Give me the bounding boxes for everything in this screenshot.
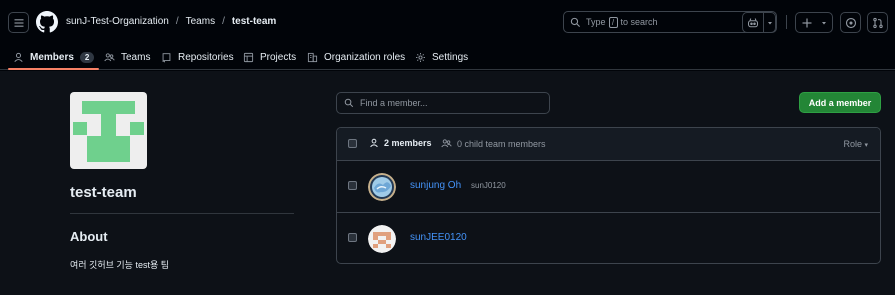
child-team-members-label[interactable]: 0 child team members — [441, 138, 546, 149]
organization-icon — [307, 52, 318, 62]
member-row: sunjung Oh sunJ0120 — [337, 161, 880, 213]
members-count-label[interactable]: 2 members — [369, 138, 432, 148]
member-name-link[interactable]: sunJEE0120 — [410, 232, 467, 243]
member-login: sunJ0120 — [471, 181, 506, 190]
team-name-heading: test-team — [70, 184, 137, 201]
members-count-badge: 2 — [79, 51, 95, 63]
tab-members[interactable]: Members 2 — [7, 44, 100, 70]
breadcrumb-separator: / — [222, 16, 225, 27]
role-label: Role — [843, 139, 862, 149]
copilot-icon — [747, 17, 759, 27]
search-icon — [570, 17, 581, 27]
header-divider — [786, 15, 787, 29]
chevron-down-icon[interactable] — [766, 19, 774, 27]
global-header: sunJ-Test-Organization / Teams / test-te… — [0, 0, 895, 70]
issue-opened-icon — [845, 17, 856, 28]
repo-icon — [162, 52, 171, 62]
chevron-down-icon — [822, 21, 826, 24]
pull-requests-button[interactable] — [867, 12, 888, 33]
search-shortcut-key: / — [608, 16, 618, 28]
breadcrumb-teams-link[interactable]: Teams — [186, 16, 215, 27]
table-icon — [243, 52, 254, 62]
breadcrumb: sunJ-Test-Organization / Teams / test-te… — [66, 16, 276, 27]
create-new-button[interactable] — [795, 12, 833, 33]
plus-icon — [802, 18, 812, 27]
search-icon — [344, 98, 354, 108]
members-list-header: 2 members 0 child team members Role ▾ — [337, 128, 880, 161]
find-member-input[interactable]: Find a member... — [336, 92, 550, 114]
github-logo-icon[interactable] — [36, 11, 58, 33]
member-row: sunJEE0120 — [337, 213, 880, 263]
person-icon — [14, 52, 23, 62]
member-checkbox[interactable] — [348, 233, 357, 242]
git-pull-request-icon — [872, 17, 883, 28]
tab-label: Teams — [121, 51, 151, 63]
tab-label: Projects — [260, 51, 297, 63]
search-suffix: to search — [620, 17, 658, 27]
identicon-pixel — [87, 136, 101, 149]
person-icon — [370, 138, 378, 148]
identicon-pixel — [130, 122, 144, 135]
add-member-button[interactable]: Add a member — [799, 92, 881, 113]
search-prefix: Type — [586, 17, 606, 27]
avatar[interactable] — [368, 225, 396, 253]
breadcrumb-separator: / — [175, 16, 179, 27]
tab-label: Members — [30, 51, 74, 63]
divider — [70, 213, 294, 214]
breadcrumb-team-link[interactable]: test-team — [232, 16, 276, 27]
copilot-button[interactable] — [742, 12, 776, 33]
identicon-pixel — [87, 149, 130, 162]
copilot-divider — [763, 13, 764, 32]
identicon-pixel — [116, 136, 130, 149]
issues-button[interactable] — [840, 12, 861, 33]
people-icon — [441, 139, 452, 148]
breadcrumb-org-link[interactable]: sunJ-Test-Organization — [66, 16, 169, 27]
members-count-text: 2 members — [384, 138, 432, 148]
people-icon — [104, 52, 115, 61]
role-filter-dropdown[interactable]: Role ▾ — [843, 139, 868, 149]
child-members-text: 0 child team members — [457, 138, 546, 149]
chevron-down-icon: ▾ — [864, 142, 868, 149]
tab-organization-roles[interactable]: Organization roles — [307, 44, 405, 70]
menu-icon — [14, 18, 23, 27]
identicon-pixel — [73, 122, 87, 135]
tab-projects[interactable]: Projects — [243, 44, 296, 70]
identicon-pixel — [82, 101, 135, 114]
tab-repositories[interactable]: Repositories — [161, 44, 234, 70]
tab-settings[interactable]: Settings — [415, 44, 468, 70]
about-heading: About — [70, 229, 108, 244]
tab-label: Organization roles — [324, 51, 406, 63]
top-bar: sunJ-Test-Organization / Teams / test-te… — [0, 0, 895, 44]
select-all-checkbox[interactable] — [348, 139, 357, 148]
gear-icon — [416, 52, 425, 62]
team-avatar — [70, 92, 147, 169]
tab-teams[interactable]: Teams — [104, 44, 150, 70]
hamburger-menu-button[interactable] — [8, 12, 29, 33]
tab-label: Repositories — [178, 51, 234, 63]
member-name-link[interactable]: sunjung Oh — [410, 180, 461, 191]
find-member-placeholder: Find a member... — [360, 98, 428, 108]
tab-label: Settings — [432, 51, 469, 63]
avatar[interactable] — [368, 173, 396, 201]
member-checkbox[interactable] — [348, 181, 357, 190]
about-description: 여러 깃허브 기능 test용 팀 — [70, 260, 170, 270]
members-list: 2 members 0 child team members Role ▾ su… — [336, 127, 881, 264]
